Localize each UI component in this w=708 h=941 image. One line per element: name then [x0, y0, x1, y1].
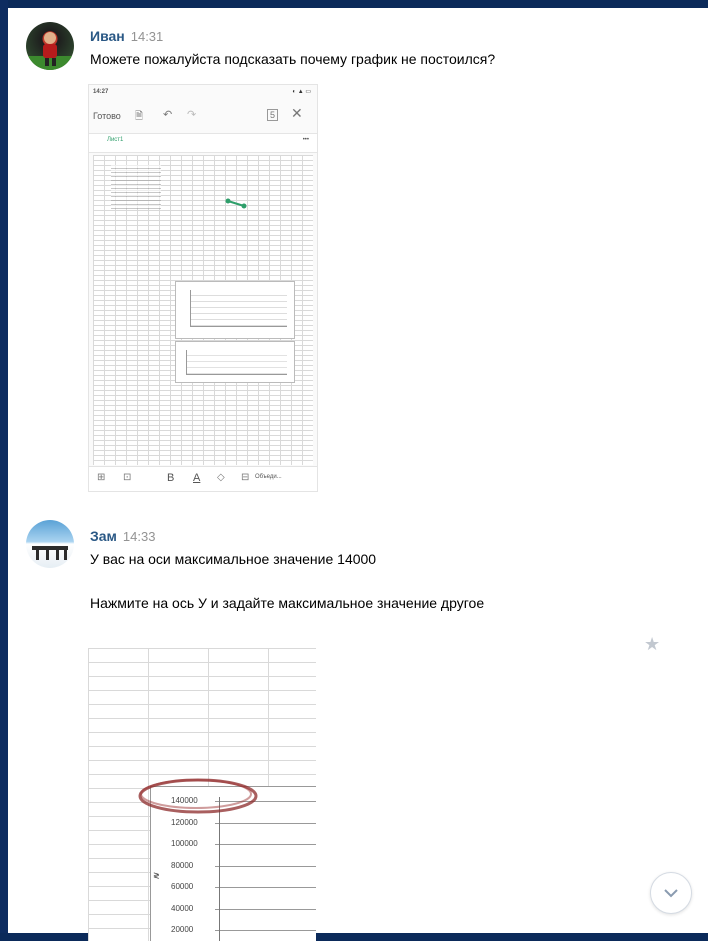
- redo-icon: ↷: [187, 109, 197, 121]
- message-text: Нажмите на ось У и задайте максимальное …: [90, 595, 485, 611]
- gridline: [215, 822, 316, 824]
- star-icon[interactable]: ★: [644, 634, 660, 655]
- gridline: [215, 930, 316, 931]
- gridline: [215, 908, 316, 910]
- y-tick-label: 60000: [171, 882, 194, 891]
- sheets-icon: 5: [267, 109, 279, 121]
- chevron-down-icon: [664, 889, 678, 898]
- chat-history: Иван 14:31 Можете пожалуйста подсказать п…: [8, 8, 708, 941]
- gridline: [215, 865, 316, 867]
- selection-handle-icon: [225, 198, 247, 209]
- message-time[interactable]: 14:33: [123, 529, 156, 544]
- status-bar-icons: ◐ ▲ ▭: [292, 89, 311, 95]
- data-cells: [111, 165, 161, 209]
- avatar-image-icon: [32, 546, 68, 560]
- chart-placeholder: [175, 281, 295, 339]
- image-attachment[interactable]: 14:27 ◐ ▲ ▭ Готово 🗎 ↶ ↷ 5 ✕ Лист1 ••• ⊞: [88, 84, 318, 492]
- y-tick-label: 100000: [171, 839, 198, 848]
- message-text: У вас на оси максимальное значение 14000: [90, 551, 377, 567]
- chart-placeholder: [175, 341, 295, 383]
- bold-icon: B: [167, 472, 175, 484]
- message-header: Иван 14:31: [90, 28, 163, 46]
- left-edge-bar: [0, 0, 8, 933]
- more-icon: •••: [302, 137, 309, 143]
- image-icon: ⊡: [123, 472, 132, 483]
- message-header: Зам 14:33: [90, 528, 155, 546]
- author-name[interactable]: Иван: [90, 28, 125, 44]
- message-text: Можете пожалуйста подсказать почему граф…: [90, 51, 496, 67]
- avatar-image-icon: [26, 32, 74, 70]
- merge-icon: ⊟: [241, 472, 250, 483]
- status-bar-time: 14:27: [93, 89, 109, 95]
- author-name[interactable]: Зам: [90, 528, 117, 544]
- avatar[interactable]: [26, 520, 74, 568]
- sheet-tab: Лист1: [107, 137, 124, 143]
- highlight-circle-icon: [138, 778, 258, 814]
- save-icon: 🗎: [135, 111, 144, 122]
- bottom-toolbar: ⊞ ⊡ B A ◇ ⊟ Объеди...: [89, 466, 317, 491]
- y-tick-label: 80000: [171, 860, 194, 870]
- undo-icon: ↶: [163, 109, 173, 121]
- merge-label: Объеди...: [255, 474, 282, 480]
- message-time[interactable]: 14:31: [131, 29, 164, 44]
- y-axis-label: ≷: [153, 871, 160, 880]
- close-icon: ✕: [291, 105, 303, 121]
- done-button: Готово: [93, 111, 121, 121]
- text-color-icon: A: [193, 472, 201, 484]
- fill-color-icon: ◇: [217, 472, 225, 483]
- avatar[interactable]: [26, 22, 74, 70]
- gridline: [215, 844, 316, 845]
- gridline: [215, 887, 316, 888]
- y-tick-label: 40000: [171, 903, 194, 913]
- grid-icon: ⊞: [97, 472, 106, 483]
- scroll-down-button[interactable]: [650, 872, 692, 914]
- image-attachment[interactable]: 140000 120000 100000 80000 60000 40000 20000 ≷: [88, 648, 316, 941]
